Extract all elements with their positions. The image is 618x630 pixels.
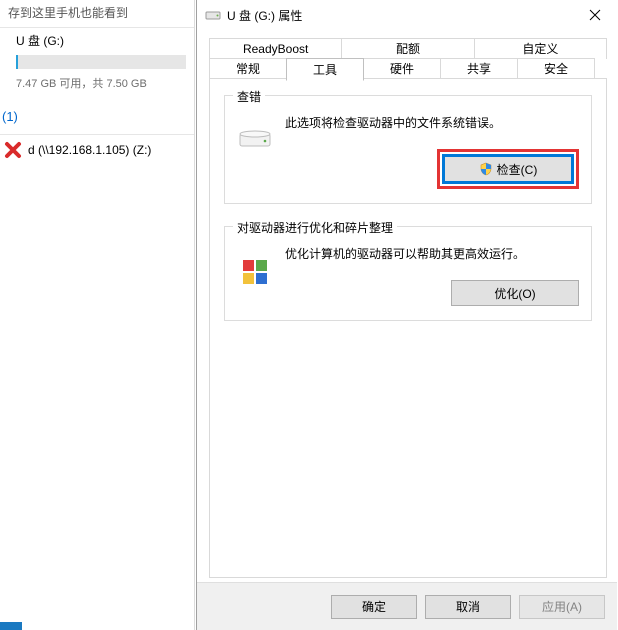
error-checking-desc: 此选项将检查驱动器中的文件系统错误。 [285,114,579,131]
drive-capacity-text: 7.47 GB 可用，共 7.50 GB [8,75,187,91]
network-location-row[interactable]: d (\\192.168.1.105) (Z:) [0,135,195,165]
optimize-button[interactable]: 优化(O) [451,280,579,306]
apply-button[interactable]: 应用(A) [519,595,605,619]
group-error-checking: 查错 此选项将检查驱动器中的文 [224,95,592,204]
dialog-title: U 盘 (G:) 属性 [227,7,572,24]
taskbar-fragment [0,622,22,630]
tab-quota[interactable]: 配额 [341,38,474,59]
tab-security[interactable]: 安全 [517,58,595,79]
drive-name-label: U 盘 (G:) [8,32,187,49]
group-optimize-legend: 对驱动器进行优化和碎片整理 [233,219,397,236]
drive-capacity-bar [16,55,186,69]
tab-readyboost[interactable]: ReadyBoost [209,38,342,59]
explorer-side-panel: 存到这里手机也能看到 U 盘 (G:) 7.47 GB 可用，共 7.50 GB… [0,0,195,630]
drive-icon [205,9,221,21]
network-locations-count[interactable]: (1) [0,99,195,134]
tabstrip: ReadyBoost 配额 自定义 常规 工具 硬件 共享 安全 查错 [209,38,607,578]
defrag-icon [240,257,270,287]
optimize-button-label: 优化(O) [494,285,535,302]
cancel-button[interactable]: 取消 [425,595,511,619]
optimize-desc: 优化计算机的驱动器可以帮助其更高效运行。 [285,245,579,262]
tab-sharing[interactable]: 共享 [440,58,518,79]
tab-hardware[interactable]: 硬件 [363,58,441,79]
tab-tools[interactable]: 工具 [286,58,364,81]
onedrive-hint-text: 存到这里手机也能看到 [0,0,195,27]
harddrive-icon [238,126,272,152]
tab-general[interactable]: 常规 [209,58,287,79]
tab-custom[interactable]: 自定义 [474,38,607,59]
uac-shield-icon [479,162,493,176]
drive-card[interactable]: U 盘 (G:) 7.47 GB 可用，共 7.50 GB [0,28,195,99]
tab-panel-tools: 查错 此选项将检查驱动器中的文 [209,78,607,578]
dialog-footer: 确定 取消 应用(A) [197,582,617,630]
group-optimize: 对驱动器进行优化和碎片整理 [224,226,592,321]
properties-dialog: U 盘 (G:) 属性 ReadyBoost 配额 自定义 常规 工具 硬件 共… [196,0,617,630]
check-button-label: 检查(C) [497,161,538,178]
close-button[interactable] [572,0,617,30]
highlight-annotation: 检查(C) [437,149,579,189]
group-error-checking-legend: 查错 [233,88,265,105]
check-button[interactable]: 检查(C) [444,156,572,182]
disconnected-icon [4,141,22,159]
ok-button[interactable]: 确定 [331,595,417,619]
titlebar[interactable]: U 盘 (G:) 属性 [197,0,617,30]
network-location-label: d (\\192.168.1.105) (Z:) [28,143,151,157]
